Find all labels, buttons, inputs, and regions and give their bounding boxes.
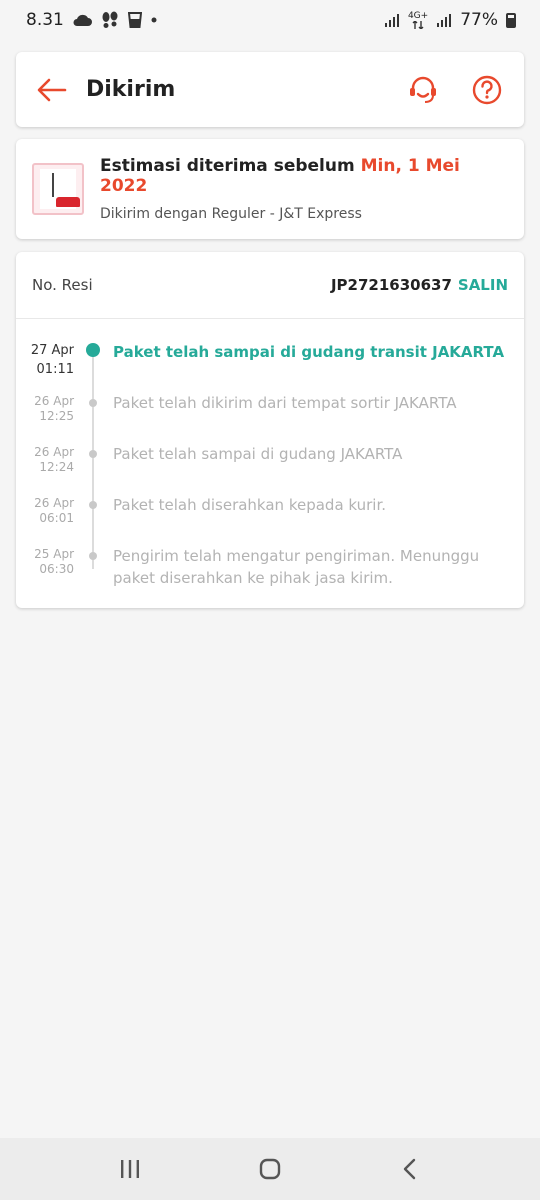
- estimate-prefix: Estimasi diterima sebelum: [100, 156, 355, 176]
- page-title: Dikirim: [86, 77, 176, 102]
- shipping-method: Dikirim dengan Reguler - J&T Express: [100, 206, 362, 222]
- resi-right: JP2721630637 SALIN: [331, 276, 508, 294]
- timeline-date: 26 Apr: [34, 496, 74, 510]
- battery-percent: 77%: [460, 10, 498, 30]
- signal-icon-2: [436, 12, 452, 28]
- timeline-timestamp: 26 Apr 12:24: [16, 443, 74, 494]
- timeline-timestamp: 27 Apr 01:11: [16, 341, 74, 392]
- timeline-date: 26 Apr: [34, 394, 74, 408]
- copy-resi-button[interactable]: SALIN: [458, 276, 508, 294]
- tracking-timeline: 27 Apr 01:11 Paket telah sampai di gudan…: [16, 319, 524, 605]
- timeline-timestamp: 26 Apr 12:25: [16, 392, 74, 443]
- timeline-dot: [89, 552, 97, 560]
- home-icon: [259, 1158, 281, 1180]
- timeline-description: Pengirim telah mengatur pengiriman. Menu…: [113, 547, 480, 587]
- timeline-item: 27 Apr 01:11 Paket telah sampai di gudan…: [16, 341, 524, 392]
- resi-row: No. Resi JP2721630637 SALIN: [16, 252, 524, 319]
- status-right: 4G+ 77%: [384, 10, 516, 30]
- cloud-icon: [72, 13, 92, 27]
- timeline-dot: [89, 450, 97, 458]
- timeline-dot: [89, 501, 97, 509]
- timeline-time: 01:11: [36, 362, 74, 377]
- timeline-item: 26 Apr 12:25 Paket telah dikirim dari te…: [16, 392, 524, 443]
- timeline-timestamp: 26 Apr 06:01: [16, 494, 74, 545]
- status-left: 8.31: [26, 10, 158, 30]
- timeline-description: Paket telah sampai di gudang transit JAK…: [113, 343, 505, 361]
- back-nav-button[interactable]: [390, 1149, 430, 1189]
- recent-apps-button[interactable]: [110, 1149, 150, 1189]
- back-button[interactable]: [36, 74, 68, 106]
- timeline-time: 06:01: [39, 511, 74, 525]
- resi-label: No. Resi: [32, 276, 93, 294]
- tracking-card: No. Resi JP2721630637 SALIN 27 Apr 01:11…: [16, 252, 524, 608]
- help-icon: [472, 75, 502, 104]
- timeline-item: 25 Apr 06:30 Pengirim telah mengatur pen…: [16, 545, 524, 605]
- timeline-dot-active: [86, 343, 100, 357]
- estimate-text: Estimasi diterima sebelum Min, 1 Mei 202…: [100, 156, 508, 222]
- product-thumbnail: [32, 163, 84, 215]
- glass-icon: [127, 11, 142, 29]
- timeline-date: 27 Apr: [30, 343, 74, 358]
- customer-service-button[interactable]: [406, 73, 440, 107]
- network-label: 4G+: [407, 10, 429, 21]
- signal-icon: [384, 12, 400, 28]
- back-icon: [403, 1158, 416, 1180]
- timeline-date: 25 Apr: [34, 547, 74, 561]
- header-actions: [406, 73, 504, 107]
- system-nav-bar: [0, 1138, 540, 1200]
- timeline-description: Paket telah dikirim dari tempat sortir J…: [113, 394, 457, 412]
- header-bar: Dikirim: [16, 52, 524, 127]
- timeline-item: 26 Apr 06:01 Paket telah diserahkan kepa…: [16, 494, 524, 545]
- network-type-icon: 4G+: [407, 10, 429, 29]
- notification-dot-icon: [150, 16, 158, 24]
- battery-icon: [506, 12, 516, 28]
- status-time: 8.31: [26, 10, 64, 30]
- timeline-description: Paket telah sampai di gudang JAKARTA: [113, 445, 403, 463]
- help-button[interactable]: [470, 73, 504, 107]
- timeline-time: 12:24: [39, 460, 74, 474]
- estimate-line: Estimasi diterima sebelum Min, 1 Mei 202…: [100, 156, 508, 196]
- resi-number: JP2721630637: [330, 276, 452, 294]
- back-arrow-icon: [37, 78, 67, 101]
- timeline-time: 12:25: [39, 409, 74, 423]
- timeline-time: 06:30: [39, 562, 74, 576]
- customer-service-icon: [410, 76, 436, 103]
- timeline-item: 26 Apr 12:24 Paket telah sampai di gudan…: [16, 443, 524, 494]
- home-button[interactable]: [250, 1149, 290, 1189]
- timeline-timestamp: 25 Apr 06:30: [16, 545, 74, 605]
- status-bar: 8.31 4G+ 77%: [0, 0, 540, 40]
- footprints-icon: [100, 11, 120, 29]
- recent-apps-icon: [121, 1160, 139, 1178]
- timeline-date: 26 Apr: [34, 445, 74, 459]
- estimate-card: Estimasi diterima sebelum Min, 1 Mei 202…: [16, 139, 524, 239]
- timeline-dot: [89, 399, 97, 407]
- timeline-description: Paket telah diserahkan kepada kurir.: [113, 496, 387, 514]
